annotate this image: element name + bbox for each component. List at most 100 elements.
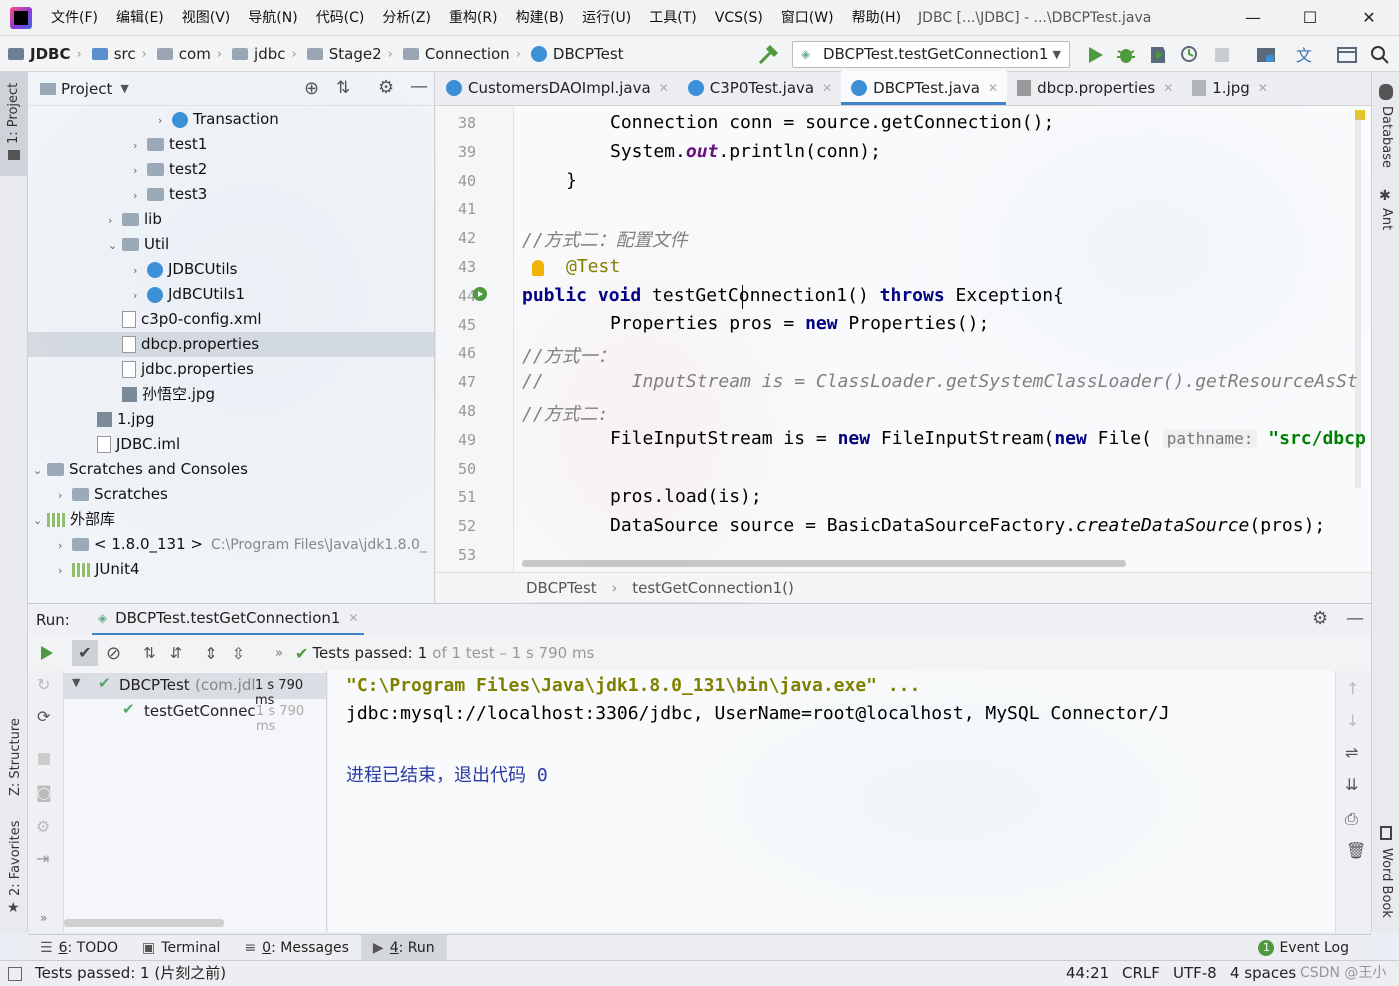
run-configuration-select[interactable]: ◈ DBCPTest.testGetConnection1 ▼ bbox=[792, 41, 1070, 68]
export-icon[interactable]: ⇥ bbox=[36, 849, 49, 868]
show-passed-toggle[interactable]: ✔ bbox=[72, 640, 98, 666]
tree-item[interactable]: 孙悟空.jpg bbox=[28, 382, 434, 407]
maximize-button[interactable]: ☐ bbox=[1287, 0, 1333, 36]
menu-navigate[interactable]: 导航(N) bbox=[239, 0, 306, 36]
file-encoding[interactable]: UTF-8 bbox=[1173, 961, 1217, 986]
more-icon[interactable]: » bbox=[40, 911, 47, 925]
breadcrumb-dbcptest[interactable]: DBCPTest bbox=[530, 45, 624, 63]
hide-panel-icon[interactable]: — bbox=[1346, 608, 1364, 629]
tab-run[interactable]: ▶ 4: Run bbox=[360, 934, 447, 961]
chevron-down-icon[interactable]: ▼ bbox=[72, 676, 80, 689]
menu-refactor[interactable]: 重构(R) bbox=[440, 0, 507, 36]
rerun-icon[interactable] bbox=[36, 643, 56, 663]
tree-item[interactable]: ⌄ Util bbox=[28, 232, 434, 257]
more-icon[interactable]: » bbox=[275, 646, 283, 661]
chevron-right-icon[interactable]: › bbox=[133, 183, 147, 208]
favorites-tool-button[interactable]: 2: Favorites ★ bbox=[0, 812, 28, 922]
run-icon[interactable] bbox=[1083, 43, 1107, 67]
breadcrumb-method[interactable]: testGetConnection1() bbox=[632, 579, 794, 597]
event-log-button[interactable]: 1 Event Log bbox=[1246, 935, 1361, 961]
toggle-auto-test-icon[interactable]: ⟳ bbox=[37, 707, 50, 726]
ant-tool-button[interactable]: ✱ Ant bbox=[1372, 186, 1399, 236]
coverage-icon[interactable] bbox=[1146, 43, 1170, 67]
menu-view[interactable]: 视图(V) bbox=[173, 0, 240, 36]
menu-file[interactable]: 文件(F) bbox=[42, 0, 107, 36]
word-book-tool-button[interactable]: Word Book bbox=[1372, 824, 1399, 924]
tree-item[interactable]: › JUnit4 bbox=[28, 557, 434, 582]
structure-tool-button[interactable]: Z: Structure bbox=[0, 692, 28, 802]
menu-analyze[interactable]: 分析(Z) bbox=[373, 0, 440, 36]
menu-build[interactable]: 构建(B) bbox=[507, 0, 574, 36]
chevron-right-icon[interactable]: › bbox=[133, 158, 147, 183]
project-view-select[interactable]: Project bbox=[61, 80, 112, 98]
tab-todo[interactable]: ☰ 6: TODO bbox=[28, 935, 130, 961]
tab-c3p0test[interactable]: C3P0Test.java ✕ bbox=[678, 71, 841, 105]
chevron-down-icon[interactable]: ⌄ bbox=[33, 508, 47, 533]
chevron-right-icon[interactable]: › bbox=[133, 258, 147, 283]
tree-item[interactable]: 1.jpg bbox=[28, 407, 434, 432]
tree-item[interactable]: › test1 bbox=[28, 132, 434, 157]
close-tab-icon[interactable]: ✕ bbox=[988, 71, 998, 105]
camera-icon[interactable]: ◙ bbox=[36, 783, 52, 802]
chevron-right-icon[interactable]: › bbox=[58, 483, 72, 508]
tree-item[interactable]: jdbc.properties bbox=[28, 357, 434, 382]
close-tab-icon[interactable]: ✕ bbox=[659, 71, 669, 105]
caret-position[interactable]: 44:21 bbox=[1066, 961, 1109, 986]
breadcrumb-class[interactable]: DBCPTest bbox=[526, 579, 597, 597]
profile-icon[interactable] bbox=[1178, 43, 1202, 67]
chevron-right-icon[interactable]: › bbox=[133, 133, 147, 158]
bulb-icon[interactable] bbox=[532, 260, 544, 276]
tree-item[interactable]: › Scratches bbox=[28, 482, 434, 507]
tab-messages[interactable]: ≡ 0: Messages bbox=[232, 935, 360, 961]
expand-all-icon[interactable]: ⇕ bbox=[204, 644, 217, 663]
menu-run[interactable]: 运行(U) bbox=[573, 0, 640, 36]
breadcrumb-stage2[interactable]: Stage2 › bbox=[306, 45, 399, 63]
soft-wrap-icon[interactable]: ⇌ bbox=[1345, 743, 1358, 762]
sort-alpha-icon[interactable]: ⇅ bbox=[143, 644, 156, 662]
chevron-right-icon[interactable]: › bbox=[133, 283, 147, 308]
chevron-right-icon[interactable]: › bbox=[58, 558, 72, 583]
tree-item[interactable]: › lib bbox=[28, 207, 434, 232]
code-editor[interactable]: 38 39 40 41 42 43 44 45 46 47 48 49 50 51 52 53 Connect… bbox=[436, 106, 1371, 572]
up-arrow-icon[interactable]: ↑ bbox=[1346, 679, 1359, 698]
chevron-down-icon[interactable]: ⌄ bbox=[108, 233, 122, 258]
tab-terminal[interactable]: ▣ Terminal bbox=[130, 935, 232, 961]
run-config-tab[interactable]: ◈ DBCPTest.testGetConnection1 ✕ bbox=[91, 604, 365, 636]
horizontal-scrollbar[interactable] bbox=[522, 560, 1126, 567]
menu-edit[interactable]: 编辑(E) bbox=[107, 0, 173, 36]
collapse-all-icon[interactable]: ⇳ bbox=[232, 644, 245, 663]
stop-icon[interactable] bbox=[38, 753, 50, 765]
line-separator[interactable]: CRLF bbox=[1122, 961, 1160, 986]
tab-1-jpg[interactable]: 1.jpg ✕ bbox=[1182, 71, 1277, 105]
breadcrumb-jdbc[interactable]: jdbc › bbox=[232, 45, 303, 63]
tree-item[interactable]: › JdBCUtils1 bbox=[28, 282, 434, 307]
show-ignored-icon[interactable]: ⊘ bbox=[106, 643, 121, 664]
trash-icon[interactable]: 🗑 bbox=[1346, 841, 1366, 860]
horizontal-scrollbar[interactable] bbox=[64, 919, 224, 927]
test-suite-row[interactable]: ▼ ✔ DBCPTest (com.jdl 1 s 790 ms bbox=[64, 673, 326, 708]
tree-item[interactable]: › Transaction bbox=[28, 107, 434, 132]
hammer-build-icon[interactable] bbox=[756, 43, 780, 67]
tree-item[interactable]: › JDBCUtils bbox=[28, 257, 434, 282]
stop-icon[interactable] bbox=[1210, 43, 1234, 67]
tree-item[interactable]: › < 1.8.0_131 > C:\Program Files\Java\jdk1… bbox=[28, 532, 434, 557]
locate-icon[interactable]: ⊕ bbox=[304, 78, 319, 99]
chevron-right-icon[interactable]: › bbox=[158, 108, 172, 133]
breadcrumb-project[interactable]: JDBC › bbox=[8, 45, 88, 63]
chevron-right-icon[interactable]: › bbox=[58, 533, 72, 558]
project-structure-icon[interactable] bbox=[1254, 43, 1278, 67]
menu-help[interactable]: 帮助(H) bbox=[843, 0, 910, 36]
menu-window[interactable]: 窗口(W) bbox=[772, 0, 843, 36]
tree-item[interactable]: ⌄ Scratches and Consoles bbox=[28, 457, 434, 482]
chevron-down-icon[interactable]: ▼ bbox=[120, 82, 128, 95]
layout-icon[interactable] bbox=[1335, 43, 1359, 67]
debug-icon[interactable] bbox=[1114, 43, 1138, 67]
tab-customersdaoimpl[interactable]: CustomersDAOImpl.java ✕ bbox=[436, 71, 678, 105]
search-icon[interactable] bbox=[1368, 43, 1392, 67]
console-output[interactable]: "C:\Program Files\Java\jdk1.8.0_131\bin\… bbox=[328, 671, 1335, 932]
tree-item[interactable]: dbcp.properties bbox=[28, 332, 434, 357]
run-test-gutter-icon[interactable] bbox=[472, 286, 490, 304]
tab-dbcp-properties[interactable]: dbcp.properties ✕ bbox=[1007, 71, 1182, 105]
translate-icon[interactable]: 文 bbox=[1294, 43, 1318, 67]
collapse-all-icon[interactable]: ⇅ bbox=[336, 78, 350, 98]
